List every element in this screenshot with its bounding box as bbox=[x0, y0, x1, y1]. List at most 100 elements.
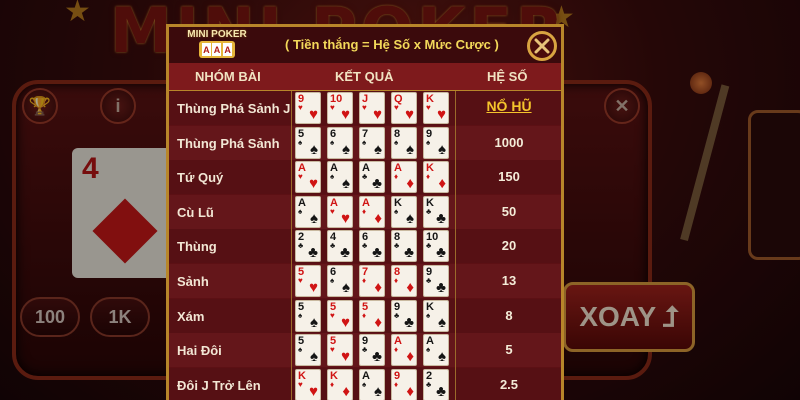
suit-icon: ♠ bbox=[342, 140, 350, 158]
suit-icon: ♣ bbox=[436, 244, 446, 262]
playing-card: 6 ♠ ♠ bbox=[327, 126, 353, 159]
suit-icon: ♦ bbox=[362, 276, 367, 285]
table-row: Sảnh 5 ♥ ♥ 6 ♠ ♠ 7 ♦ ♦ 8 ♦ ♦ 9 ♣ ♣ 13 bbox=[169, 264, 561, 298]
suit-icon: ♠ bbox=[310, 140, 318, 158]
suit-icon: ♣ bbox=[426, 276, 432, 285]
header-multiplier: HỆ SỐ bbox=[487, 69, 528, 84]
suit-icon: ♦ bbox=[374, 209, 382, 227]
playing-card: K ♠ ♠ bbox=[391, 195, 417, 228]
suit-icon: ♥ bbox=[330, 103, 335, 112]
suit-icon: ♣ bbox=[372, 244, 382, 262]
suit-icon: ♥ bbox=[309, 175, 318, 193]
hand-group-name: Tứ Quý bbox=[177, 170, 224, 186]
suit-icon: ♠ bbox=[298, 310, 303, 320]
playing-card: K ♦ ♦ bbox=[423, 161, 449, 194]
suit-icon: ♠ bbox=[438, 313, 446, 331]
playing-card: K ♣ ♣ bbox=[423, 195, 449, 228]
example-hand: A ♥ ♥ A ♠ ♠ A ♣ ♣ A ♦ ♦ K ♦ ♦ bbox=[295, 161, 451, 194]
playing-card: A ♥ ♥ bbox=[295, 161, 321, 194]
suit-icon: ♦ bbox=[342, 382, 350, 400]
suit-icon: ♣ bbox=[372, 348, 382, 366]
close-button[interactable] bbox=[527, 31, 557, 61]
column-divider bbox=[455, 91, 456, 400]
suit-icon: ♣ bbox=[298, 241, 304, 251]
suit-icon: ♥ bbox=[330, 206, 335, 216]
header-result: KẾT QUẢ bbox=[335, 69, 394, 84]
suit-icon: ♦ bbox=[374, 279, 382, 296]
playing-card: 8 ♣ ♣ bbox=[391, 230, 417, 263]
suit-icon: ♠ bbox=[394, 137, 399, 147]
suit-icon: ♣ bbox=[394, 310, 400, 320]
playing-card: A ♠ ♠ bbox=[423, 334, 449, 367]
playing-card: 5 ♥ ♥ bbox=[295, 265, 321, 297]
suit-icon: ♠ bbox=[406, 140, 414, 158]
suit-icon: ♣ bbox=[436, 382, 446, 400]
playing-card: J ♥ ♥ bbox=[359, 92, 385, 124]
suit-icon: ♥ bbox=[341, 209, 350, 227]
header-group: NHÓM BÀI bbox=[195, 69, 261, 84]
playing-card: K ♠ ♠ bbox=[423, 299, 449, 332]
suit-icon: ♠ bbox=[362, 379, 367, 389]
playing-card: A ♦ ♦ bbox=[391, 334, 417, 367]
payout-multiplier: 1000 bbox=[494, 134, 524, 150]
popup-header: MINI POKER A A A ( Tiền thắng = Hệ Số x … bbox=[169, 27, 561, 63]
suit-icon: ♥ bbox=[298, 276, 303, 285]
mini-poker-logo: MINI POKER A A A bbox=[179, 29, 255, 61]
suit-icon: ♣ bbox=[436, 209, 446, 227]
playing-card: 2 ♣ ♣ bbox=[423, 368, 449, 400]
suit-icon: ♠ bbox=[298, 137, 303, 147]
suit-icon: ♦ bbox=[406, 279, 414, 296]
suit-icon: ♥ bbox=[298, 172, 303, 182]
suit-icon: ♣ bbox=[362, 241, 368, 251]
playing-card: 7 ♠ ♠ bbox=[359, 126, 385, 159]
suit-icon: ♦ bbox=[394, 379, 399, 389]
suit-icon: ♥ bbox=[309, 382, 318, 400]
payout-multiplier: 5 bbox=[505, 342, 513, 358]
playing-card: 2 ♣ ♣ bbox=[295, 230, 321, 263]
playing-card: 10 ♣ ♣ bbox=[423, 230, 449, 263]
suit-icon: ♦ bbox=[438, 175, 446, 193]
suit-icon: ♥ bbox=[405, 106, 414, 123]
example-hand: 2 ♣ ♣ 4 ♣ ♣ 6 ♣ ♣ 8 ♣ ♣ 10 ♣ ♣ bbox=[295, 230, 451, 263]
suit-icon: ♥ bbox=[373, 106, 382, 123]
suit-icon: ♠ bbox=[330, 276, 335, 285]
example-hand: 5 ♥ ♥ 6 ♠ ♠ 7 ♦ ♦ 8 ♦ ♦ 9 ♣ ♣ bbox=[295, 265, 451, 297]
table-row: Thùng 2 ♣ ♣ 4 ♣ ♣ 6 ♣ ♣ 8 ♣ ♣ 10 ♣ ♣ 20 bbox=[169, 229, 561, 264]
playing-card: 5 ♠ ♠ bbox=[295, 299, 321, 332]
suit-icon: ♠ bbox=[374, 382, 382, 400]
suit-icon: ♥ bbox=[330, 345, 335, 355]
playing-card: Q ♥ ♥ bbox=[391, 92, 417, 124]
suit-icon: ♠ bbox=[310, 209, 318, 227]
suit-icon: ♣ bbox=[404, 313, 414, 331]
suit-icon: ♣ bbox=[362, 172, 368, 182]
playing-card: K ♥ ♥ bbox=[423, 92, 449, 124]
hand-group-name: Hai Đôi bbox=[177, 343, 222, 359]
suit-icon: ♠ bbox=[426, 345, 431, 355]
column-divider bbox=[291, 91, 292, 400]
suit-icon: ♥ bbox=[298, 103, 303, 112]
suit-icon: ♥ bbox=[309, 279, 318, 296]
playing-card: A ♥ ♥ bbox=[327, 195, 353, 228]
playing-card: A ♣ ♣ bbox=[359, 161, 385, 194]
suit-icon: ♠ bbox=[330, 172, 335, 182]
payout-multiplier: 8 bbox=[505, 307, 513, 323]
payout-formula: ( Tiền thắng = Hệ Số x Mức Cược ) bbox=[285, 37, 499, 52]
jackpot-label: NỔ HŨ bbox=[486, 98, 532, 114]
suit-icon: ♦ bbox=[394, 276, 399, 285]
playing-card: 4 ♣ ♣ bbox=[327, 230, 353, 263]
payout-multiplier: 13 bbox=[501, 273, 517, 288]
playing-card: 5 ♥ ♥ bbox=[327, 334, 353, 367]
hand-group-name: Thùng bbox=[177, 239, 217, 255]
suit-icon: ♠ bbox=[374, 140, 382, 158]
table-row: Đôi J Trở Lên K ♥ ♥ K ♦ ♦ A ♠ ♠ 9 ♦ ♦ 2 ♣ ♣ 2.5 bbox=[169, 367, 561, 400]
suit-icon: ♣ bbox=[330, 241, 336, 251]
suit-icon: ♠ bbox=[426, 137, 431, 147]
suit-icon: ♥ bbox=[330, 310, 335, 320]
playing-card: 9 ♣ ♣ bbox=[423, 265, 449, 297]
example-hand: 5 ♠ ♠ 5 ♥ ♥ 5 ♦ ♦ 9 ♣ ♣ K ♠ ♠ bbox=[295, 299, 451, 332]
playing-card: 5 ♠ ♠ bbox=[295, 126, 321, 159]
suit-icon: ♠ bbox=[342, 175, 350, 193]
example-hand: K ♥ ♥ K ♦ ♦ A ♠ ♠ 9 ♦ ♦ 2 ♣ ♣ bbox=[295, 368, 451, 400]
suit-icon: ♠ bbox=[438, 140, 446, 158]
payout-table-popup: MINI POKER A A A ( Tiền thắng = Hệ Số x … bbox=[166, 24, 564, 400]
